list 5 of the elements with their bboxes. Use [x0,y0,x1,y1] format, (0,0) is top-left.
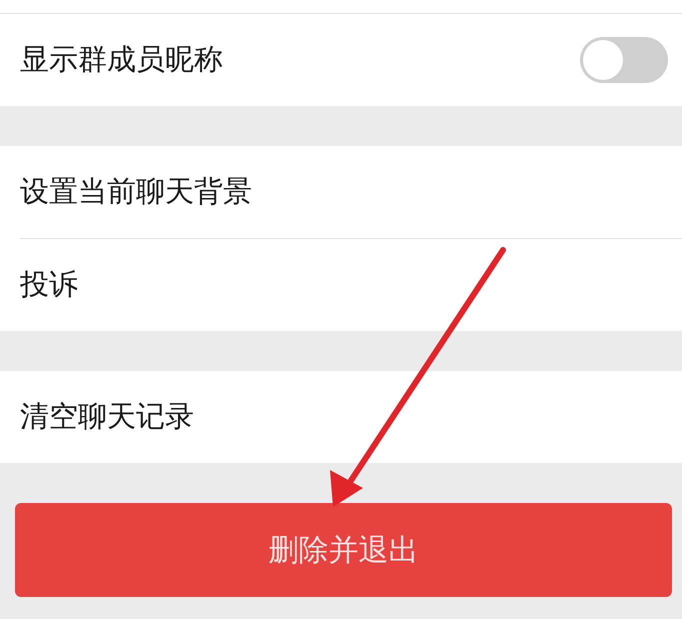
toggle-switch[interactable] [580,37,668,83]
setting-label: 显示群成员昵称 [20,41,223,78]
setting-label[interactable]: 设置当前聊天背景 [20,172,252,212]
setting-label[interactable]: 投诉 [20,265,78,305]
setting-label[interactable]: 清空聊天记录 [20,397,194,437]
